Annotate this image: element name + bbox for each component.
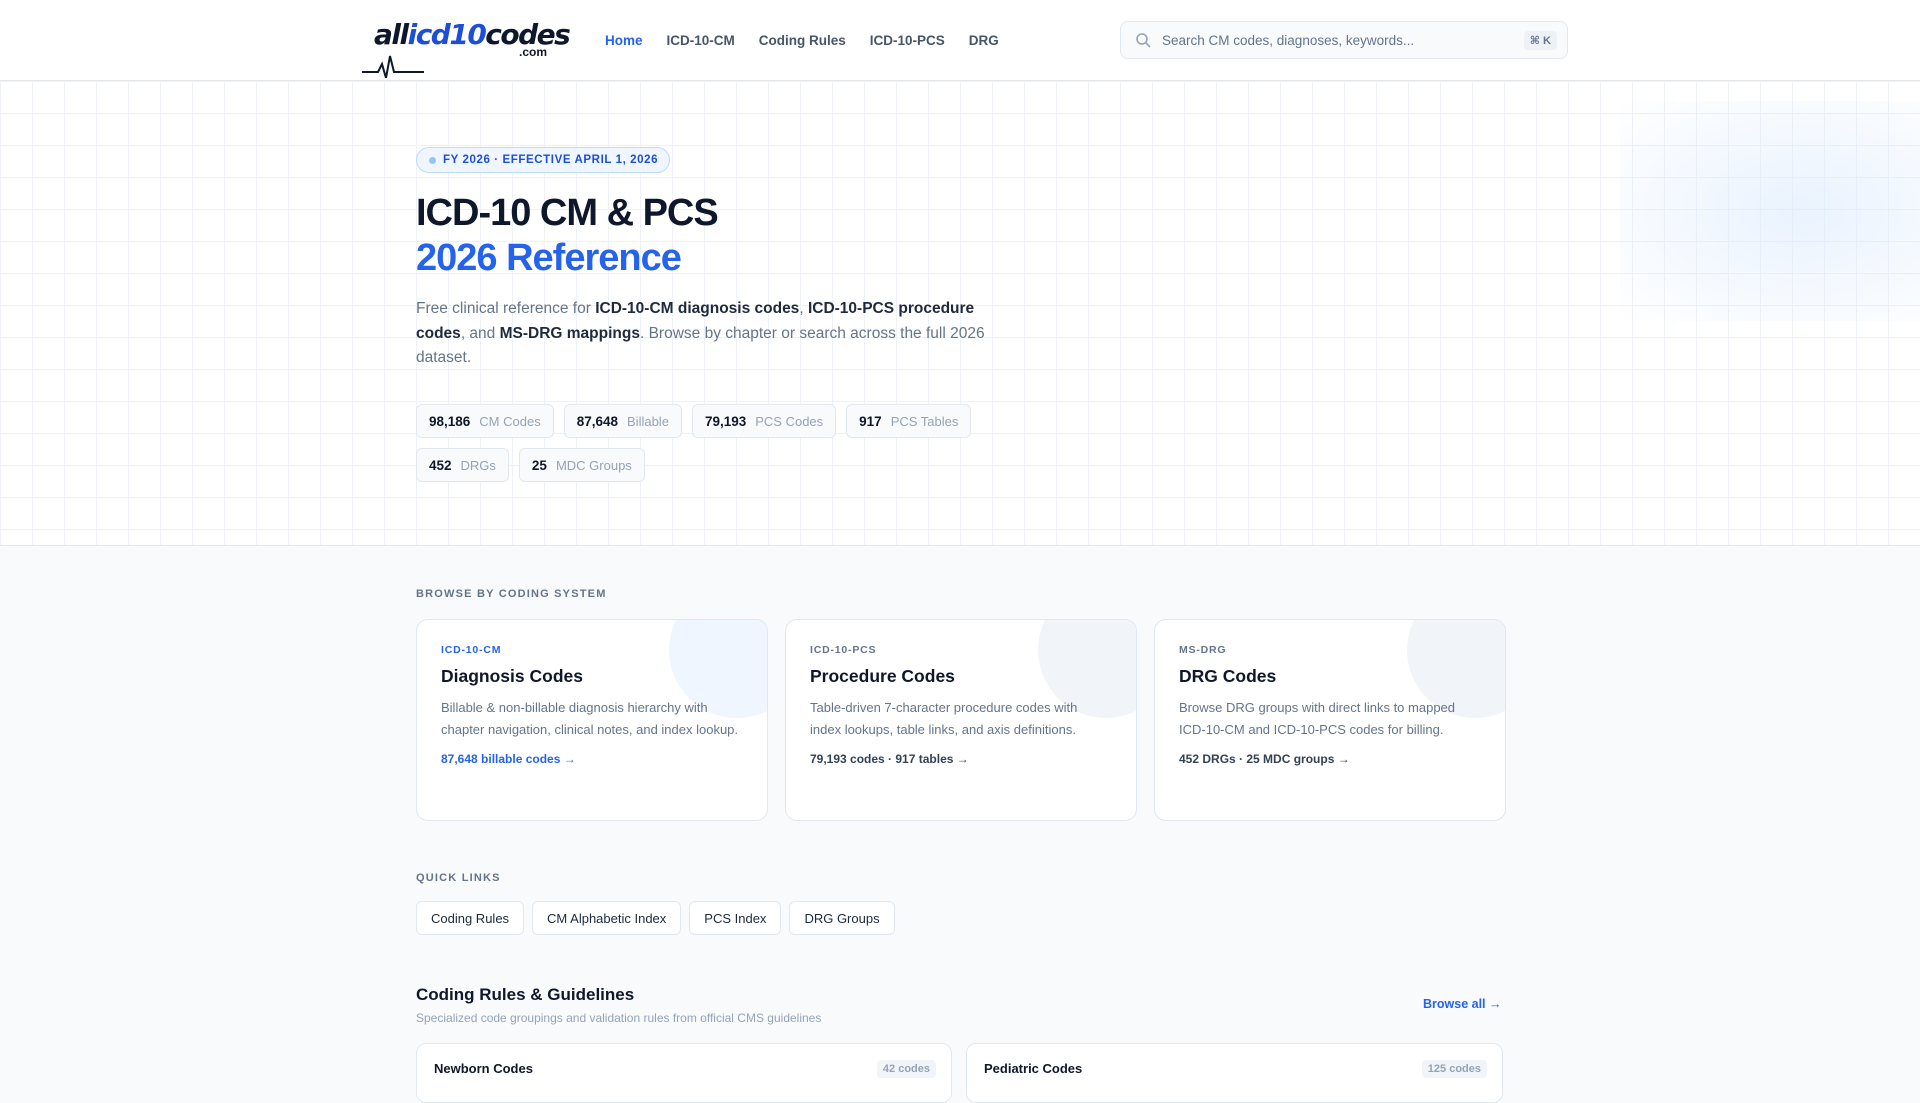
nav-home[interactable]: Home [605, 33, 643, 48]
quick-links: Coding Rules CM Alphabetic Index PCS Ind… [416, 901, 895, 935]
stat-mdc-groups: 25 MDC Groups [518, 448, 645, 482]
nav-coding-rules[interactable]: Coding Rules [759, 33, 846, 48]
main-nav: Home ICD-10-CM Coding Rules ICD-10-PCS D… [605, 0, 999, 80]
logo-domain-suffix: .com [519, 45, 548, 59]
card-icd-10-cm[interactable]: ICD-10-CM Diagnosis Codes Billable & non… [416, 619, 768, 821]
rules-section-subtitle: Specialized code groupings and validatio… [416, 1011, 822, 1025]
coding-system-cards: ICD-10-CM Diagnosis Codes Billable & non… [416, 619, 1506, 821]
rule-count-badge: 125 codes [1421, 1060, 1487, 1078]
hero-title-highlight: 2026 Reference [416, 237, 682, 279]
rule-card-pediatric[interactable]: Pediatric Codes 125 codes [966, 1043, 1503, 1103]
hero-section: FY 2026 · EFFECTIVE APRIL 1, 2026 ICD-10… [0, 81, 1920, 546]
card-description: Table-driven 7-character procedure codes… [810, 700, 1078, 737]
stats-row: 98,186 CM Codes 87,648 Billable 79,193 PCS … [416, 404, 1016, 482]
quick-link-cm-alphabetic-index[interactable]: CM Alphabetic Index [532, 901, 682, 935]
hero-glow [1620, 101, 1920, 321]
rule-name: Pediatric Codes [984, 1061, 1083, 1076]
browse-section-label: BROWSE BY CODING SYSTEM [416, 588, 607, 600]
card-title: Procedure Codes [810, 666, 955, 686]
rules-section-title: Coding Rules & Guidelines [416, 985, 635, 1004]
search-input[interactable]: Search CM codes, diagnoses, keywords... … [1120, 21, 1568, 59]
card-icd-10-pcs[interactable]: ICD-10-PCS Procedure Codes Table-driven … [785, 619, 1137, 821]
card-title: Diagnosis Codes [441, 666, 583, 686]
card-link[interactable]: 87,648 billable codes → [441, 752, 743, 766]
card-tag: ICD-10-CM [441, 644, 502, 656]
hero-title: ICD-10 CM & PCS [416, 192, 719, 234]
card-description: Browse DRG groups with direct links to m… [1179, 700, 1456, 737]
site-logo[interactable]: allicd10codes .com [362, 18, 571, 78]
nav-icd-10-pcs[interactable]: ICD-10-PCS [870, 33, 945, 48]
card-link[interactable]: 79,193 codes · 917 tables → [810, 752, 1112, 766]
status-dot-icon [429, 156, 436, 164]
quick-links-label: QUICK LINKS [416, 872, 501, 884]
badge-text: FY 2026 · EFFECTIVE APRIL 1, 2026 [443, 154, 659, 166]
nav-drg[interactable]: DRG [969, 33, 999, 48]
stat-pcs-codes: 79,193 PCS Codes [691, 404, 837, 438]
browse-all-link[interactable]: Browse all → [1423, 997, 1502, 1011]
search-placeholder: Search CM codes, diagnoses, keywords... [1162, 33, 1415, 48]
stat-cm-codes: 98,186 CM Codes [416, 404, 554, 438]
card-ms-drg[interactable]: MS-DRG DRG Codes Browse DRG groups with … [1154, 619, 1506, 821]
rule-name: Newborn Codes [434, 1061, 533, 1076]
nav-icd-10-cm[interactable]: ICD-10-CM [667, 33, 735, 48]
quick-link-coding-rules[interactable]: Coding Rules [416, 901, 525, 935]
stat-pcs-tables: 917 PCS Tables [846, 404, 972, 438]
keyboard-shortcut-badge: ⌘ K [1523, 31, 1557, 50]
quick-link-pcs-index[interactable]: PCS Index [689, 901, 782, 935]
fiscal-year-badge: FY 2026 · EFFECTIVE APRIL 1, 2026 [416, 147, 671, 173]
card-tag: MS-DRG [1179, 644, 1227, 656]
card-tag: ICD-10-PCS [810, 644, 877, 656]
rule-count-badge: 42 codes [876, 1060, 936, 1078]
site-header: allicd10codes .com Home ICD-10-CM Coding… [0, 0, 1920, 81]
card-description: Billable & non-billable diagnosis hierar… [441, 700, 739, 737]
stat-drgs: 452 DRGs [416, 448, 509, 482]
search-icon [1136, 33, 1151, 48]
card-title: DRG Codes [1179, 666, 1277, 686]
hero-description: Free clinical reference for ICD-10-CM di… [416, 300, 985, 366]
rule-card-newborn[interactable]: Newborn Codes 42 codes [416, 1043, 952, 1103]
stat-billable: 87,648 Billable [563, 404, 682, 438]
quick-link-drg-groups[interactable]: DRG Groups [789, 901, 895, 935]
card-link[interactable]: 452 DRGs · 25 MDC groups → [1179, 752, 1481, 766]
